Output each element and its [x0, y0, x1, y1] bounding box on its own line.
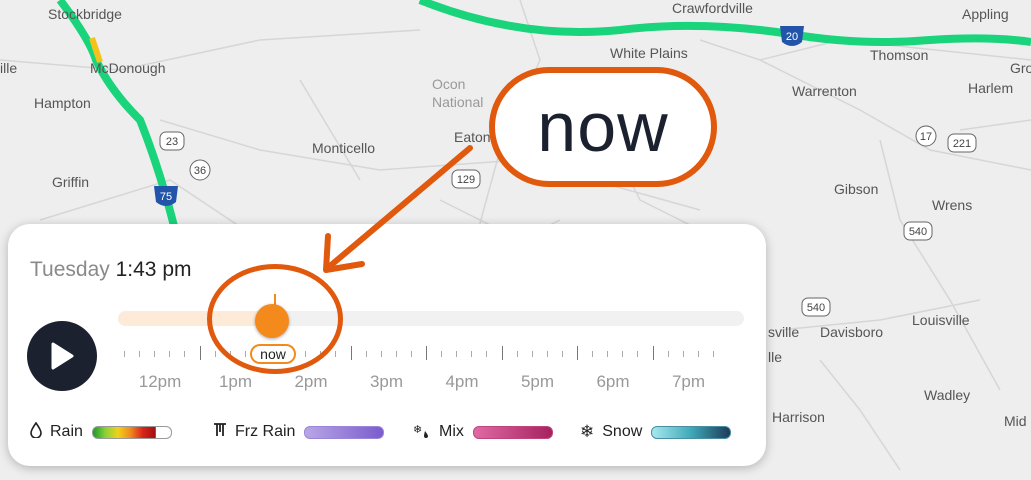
- callout-text: now: [537, 88, 669, 166]
- annotation-arrow: [323, 145, 473, 273]
- annotation-callout: now: [489, 67, 717, 187]
